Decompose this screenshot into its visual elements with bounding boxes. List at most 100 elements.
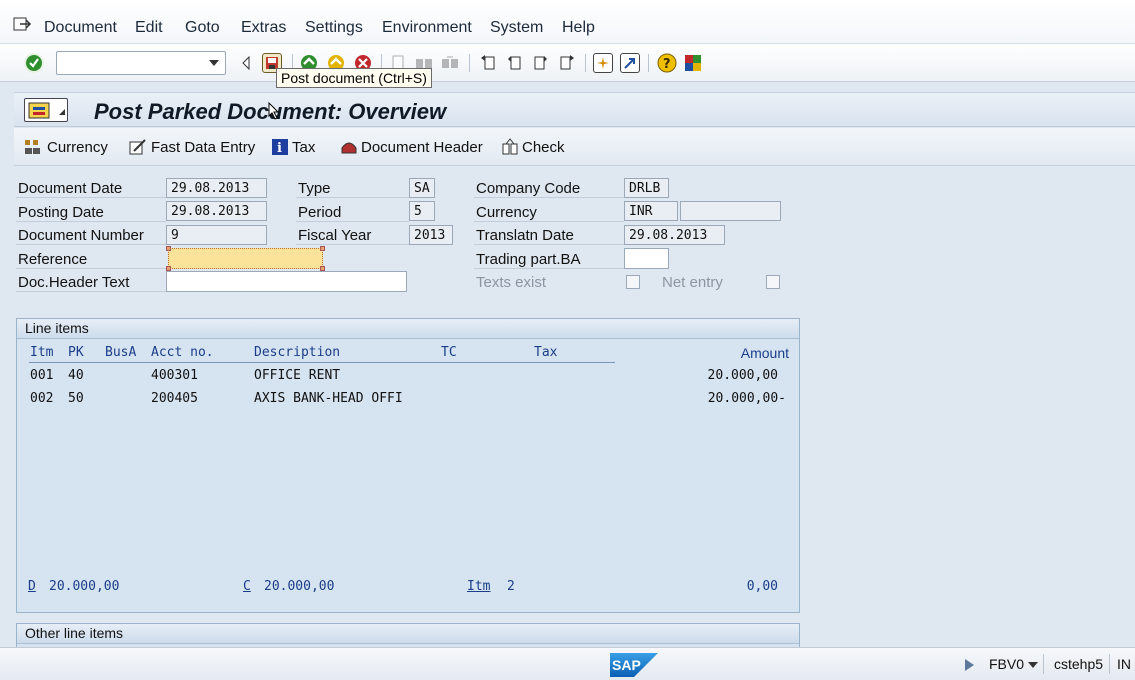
document-header-button[interactable]: Document Header	[340, 138, 483, 156]
row-amount: 20.000,00	[707, 368, 778, 383]
next-page-icon[interactable]	[531, 53, 551, 73]
document-number-field[interactable]: 9	[166, 225, 267, 245]
period-label: Period	[298, 204, 342, 221]
status-divider	[1109, 654, 1110, 674]
transaction-code: FBV0	[989, 656, 1025, 672]
net-entry-checkbox[interactable]	[766, 275, 780, 289]
column-header-amount: Amount	[740, 345, 789, 361]
column-header-tax: Tax	[534, 345, 558, 360]
document-number-label: Document Number	[18, 227, 144, 244]
currency-extra-field	[680, 201, 781, 221]
company-code-field[interactable]: DRLB	[624, 178, 669, 198]
menu-edit[interactable]: Edit	[135, 19, 163, 37]
previous-page-icon[interactable]	[504, 53, 524, 73]
document-date-field[interactable]: 29.08.2013	[166, 178, 267, 198]
balance-total: 0,00	[746, 579, 778, 594]
net-entry-label: Net entry	[662, 274, 723, 291]
reference-label: Reference	[18, 251, 88, 268]
first-page-icon[interactable]	[478, 53, 498, 73]
enter-icon[interactable]	[24, 53, 44, 73]
sap-logo: SAP	[610, 653, 658, 677]
translatn-date-field[interactable]: 29.08.2013	[624, 225, 725, 245]
last-page-icon[interactable]	[557, 53, 577, 73]
item-count: 2	[507, 579, 515, 594]
chevron-down-icon[interactable]	[1028, 662, 1038, 668]
row-acct: 200405	[151, 391, 198, 406]
find-next-icon[interactable]	[440, 53, 460, 73]
info-icon: i	[272, 139, 288, 156]
column-header-description: Description	[254, 345, 341, 360]
other-line-items-section: Other line items	[16, 623, 800, 648]
row-pk: 50	[68, 391, 84, 406]
texts-exist-checkbox[interactable]	[626, 275, 640, 289]
fast-data-entry-button[interactable]: Fast Data Entry	[128, 138, 255, 156]
trading-part-label: Trading part.BA	[476, 251, 581, 268]
fiscal-year-field[interactable]: 2013	[409, 225, 453, 245]
status-bar: SAP FBV0 cstehp5 IN	[0, 647, 1135, 680]
row-itm: 002	[30, 391, 54, 406]
tax-button[interactable]: i Tax	[271, 138, 315, 156]
debit-total: 20.000,00	[49, 579, 120, 594]
standard-toolbar: ?	[0, 44, 1135, 120]
doc-header-text-input[interactable]	[166, 271, 407, 292]
chevron-down-icon[interactable]	[209, 60, 219, 66]
currency-button[interactable]: Currency	[24, 138, 108, 156]
check-icon	[502, 138, 518, 155]
posting-date-field[interactable]: 29.08.2013	[166, 201, 267, 221]
currency-field[interactable]: INR	[624, 201, 678, 221]
application-toolbar: Currency Fast Data Entry i Tax Document …	[14, 128, 1135, 166]
translatn-date-label: Translatn Date	[476, 227, 574, 244]
credit-total-label: C	[243, 579, 251, 594]
resize-handle	[166, 246, 171, 251]
menu-settings[interactable]: Settings	[305, 19, 363, 37]
period-field[interactable]: 5	[409, 201, 435, 221]
menu-environment[interactable]: Environment	[382, 19, 472, 37]
document-date-label: Document Date	[18, 180, 123, 197]
create-session-icon[interactable]	[593, 53, 613, 73]
menu-document[interactable]: Document	[44, 19, 117, 37]
column-header-tc: TC	[441, 345, 457, 360]
menu-goto[interactable]: Goto	[185, 19, 220, 37]
expand-left-icon[interactable]	[236, 53, 256, 73]
header-divider	[29, 362, 615, 363]
command-field[interactable]	[56, 51, 226, 75]
menu-help[interactable]: Help	[562, 19, 595, 37]
doc-header-text-label: Doc.Header Text	[18, 274, 130, 291]
row-description: OFFICE RENT	[254, 368, 341, 383]
screen-menu-icon[interactable]	[24, 98, 68, 122]
trading-part-input[interactable]	[624, 248, 669, 269]
svg-text:?: ?	[663, 57, 671, 72]
credit-total: 20.000,00	[264, 579, 335, 594]
document-header-icon	[341, 142, 357, 154]
fast-data-entry-icon	[129, 139, 146, 155]
tax-button-label: Tax	[292, 138, 316, 156]
column-header-pk: PK	[68, 345, 84, 360]
title-bar: Post Parked Document: Overview	[14, 92, 1135, 127]
check-button-label: Check	[522, 138, 565, 156]
status-expand-icon[interactable]	[965, 659, 974, 671]
post-document-tooltip: Post document (Ctrl+S)	[276, 68, 432, 88]
menu-exit-icon[interactable]	[12, 15, 32, 33]
fast-data-entry-button-label: Fast Data Entry	[151, 138, 256, 156]
help-icon[interactable]: ?	[657, 53, 677, 73]
shortcut-icon[interactable]	[620, 53, 640, 73]
type-label: Type	[298, 180, 331, 197]
input-mode: IN	[1117, 656, 1131, 672]
currency-label: Currency	[476, 204, 537, 221]
type-field[interactable]: SA	[409, 178, 435, 198]
menu-bar: Document Edit Goto Extras Settings Envir…	[0, 0, 1135, 44]
company-code-label: Company Code	[476, 180, 581, 197]
resize-handle	[320, 246, 325, 251]
currency-button-label: Currency	[47, 138, 108, 156]
line-items-section: Line items Itm PK BusA Acct no. Descript…	[16, 318, 800, 613]
status-divider	[1043, 654, 1044, 674]
menu-extras[interactable]: Extras	[241, 19, 286, 37]
menu-system[interactable]: System	[490, 19, 543, 37]
line-items-title: Line items	[17, 319, 799, 339]
check-button[interactable]: Check	[501, 138, 565, 156]
reference-input[interactable]	[166, 246, 325, 271]
texts-exist-label: Texts exist	[476, 274, 547, 291]
customize-layout-icon[interactable]	[683, 53, 703, 73]
item-count-label: Itm	[467, 579, 491, 594]
other-line-items-title: Other line items	[17, 624, 799, 644]
